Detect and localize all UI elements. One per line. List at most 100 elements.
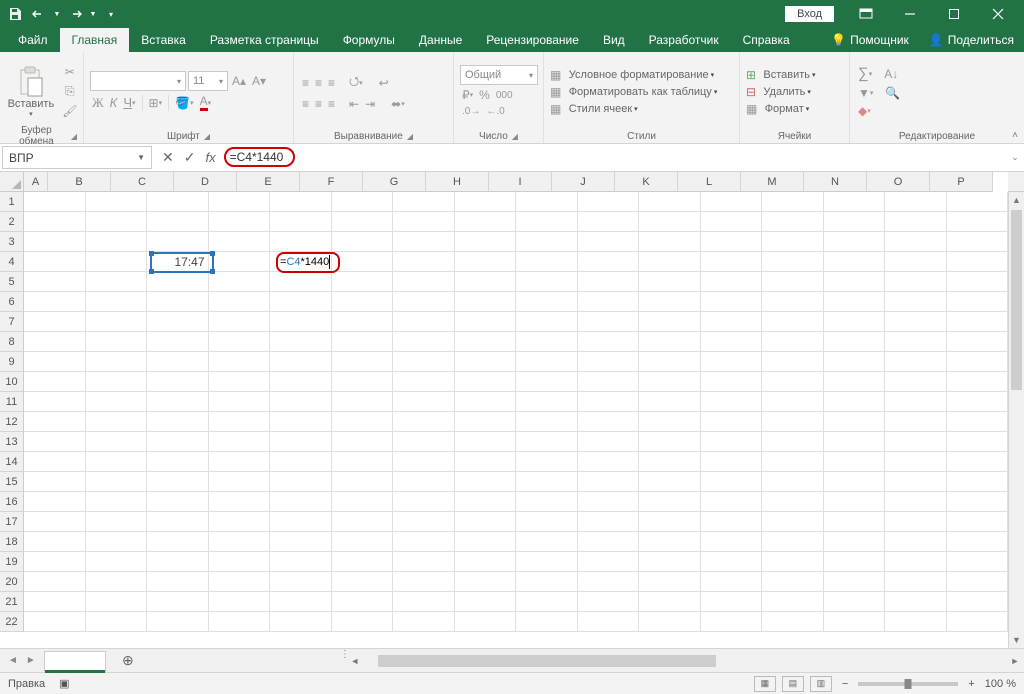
cell-B11[interactable] — [86, 392, 148, 412]
cell-styles-button[interactable]: ▦ Стили ячеек▾ — [550, 102, 733, 116]
cell-M2[interactable] — [762, 212, 824, 232]
cell-K1[interactable] — [639, 192, 701, 212]
cell-O14[interactable] — [885, 452, 947, 472]
cell-L2[interactable] — [701, 212, 763, 232]
column-header-E[interactable]: E — [237, 172, 300, 192]
align-bottom-icon[interactable]: ≡ — [326, 75, 337, 91]
column-header-G[interactable]: G — [363, 172, 426, 192]
cell-G13[interactable] — [393, 432, 455, 452]
cell-G20[interactable] — [393, 572, 455, 592]
enter-formula-icon[interactable]: ✓ — [184, 149, 196, 166]
cell-K22[interactable] — [639, 612, 701, 632]
cell-O1[interactable] — [885, 192, 947, 212]
inc-decimal-icon[interactable]: .0→ — [460, 105, 482, 118]
cell-E9[interactable] — [270, 352, 332, 372]
cell-P19[interactable] — [947, 552, 1009, 572]
column-header-M[interactable]: M — [741, 172, 804, 192]
cell-N12[interactable] — [824, 412, 886, 432]
undo-icon[interactable] — [28, 3, 50, 25]
cell-J20[interactable] — [578, 572, 640, 592]
sheet-nav-prev-icon[interactable]: ◄ — [8, 655, 18, 666]
find-select-icon[interactable]: 🔍 — [883, 85, 902, 101]
cell-J8[interactable] — [578, 332, 640, 352]
cell-P2[interactable] — [947, 212, 1009, 232]
cell-M7[interactable] — [762, 312, 824, 332]
cell-N10[interactable] — [824, 372, 886, 392]
close-icon[interactable] — [976, 0, 1020, 28]
cell-C11[interactable] — [147, 392, 209, 412]
cell-I12[interactable] — [516, 412, 578, 432]
cell-G11[interactable] — [393, 392, 455, 412]
cell-D4[interactable] — [209, 252, 271, 272]
cell-N14[interactable] — [824, 452, 886, 472]
cell-H4[interactable] — [455, 252, 517, 272]
cell-F15[interactable] — [332, 472, 394, 492]
cell-B13[interactable] — [86, 432, 148, 452]
row-header-9[interactable]: 9 — [0, 352, 24, 372]
cell-L3[interactable] — [701, 232, 763, 252]
tab-pagelayout[interactable]: Разметка страницы — [198, 28, 331, 52]
cell-D3[interactable] — [209, 232, 271, 252]
cell-A6[interactable] — [24, 292, 86, 312]
cell-B22[interactable] — [86, 612, 148, 632]
cell-K21[interactable] — [639, 592, 701, 612]
cell-M20[interactable] — [762, 572, 824, 592]
cell-H3[interactable] — [455, 232, 517, 252]
cell-B18[interactable] — [86, 532, 148, 552]
tab-help[interactable]: Справка — [731, 28, 802, 52]
cell-I9[interactable] — [516, 352, 578, 372]
cell-A13[interactable] — [24, 432, 86, 452]
cell-C20[interactable] — [147, 572, 209, 592]
column-header-A[interactable]: A — [24, 172, 48, 192]
normal-view-icon[interactable]: ▦ — [754, 676, 776, 692]
cell-B8[interactable] — [86, 332, 148, 352]
copy-icon[interactable]: ⎘ — [60, 83, 79, 100]
sheet-nav-next-icon[interactable]: ► — [26, 655, 36, 666]
cell-K6[interactable] — [639, 292, 701, 312]
cell-G14[interactable] — [393, 452, 455, 472]
cell-H10[interactable] — [455, 372, 517, 392]
cell-F11[interactable] — [332, 392, 394, 412]
cell-P17[interactable] — [947, 512, 1009, 532]
cell-D21[interactable] — [209, 592, 271, 612]
cell-H1[interactable] — [455, 192, 517, 212]
row-header-2[interactable]: 2 — [0, 212, 24, 232]
cell-G6[interactable] — [393, 292, 455, 312]
cell-L10[interactable] — [701, 372, 763, 392]
column-header-N[interactable]: N — [804, 172, 867, 192]
cell-E20[interactable] — [270, 572, 332, 592]
page-layout-view-icon[interactable]: ▤ — [782, 676, 804, 692]
cell-O17[interactable] — [885, 512, 947, 532]
cell-C13[interactable] — [147, 432, 209, 452]
row-header-4[interactable]: 4 — [0, 252, 24, 272]
row-header-21[interactable]: 21 — [0, 592, 24, 612]
currency-icon[interactable]: ₽▾ — [460, 87, 475, 103]
alignment-launcher-icon[interactable]: ◢ — [407, 132, 413, 141]
cell-A1[interactable] — [24, 192, 86, 212]
cell-G15[interactable] — [393, 472, 455, 492]
cell-O7[interactable] — [885, 312, 947, 332]
cell-H14[interactable] — [455, 452, 517, 472]
minimize-icon[interactable] — [888, 0, 932, 28]
cell-E3[interactable] — [270, 232, 332, 252]
cell-I11[interactable] — [516, 392, 578, 412]
format-painter-icon[interactable]: 🖌 — [60, 103, 79, 119]
cell-D7[interactable] — [209, 312, 271, 332]
column-header-P[interactable]: P — [930, 172, 993, 192]
indent-inc-icon[interactable]: ⇥ — [363, 96, 377, 112]
cell-J17[interactable] — [578, 512, 640, 532]
cell-B10[interactable] — [86, 372, 148, 392]
cell-H7[interactable] — [455, 312, 517, 332]
cell-C15[interactable] — [147, 472, 209, 492]
sheet-tab-active[interactable] — [44, 651, 106, 672]
cell-I1[interactable] — [516, 192, 578, 212]
cell-G8[interactable] — [393, 332, 455, 352]
cell-C21[interactable] — [147, 592, 209, 612]
cell-A10[interactable] — [24, 372, 86, 392]
cell-I8[interactable] — [516, 332, 578, 352]
cell-F19[interactable] — [332, 552, 394, 572]
cell-E17[interactable] — [270, 512, 332, 532]
cell-I7[interactable] — [516, 312, 578, 332]
cell-O15[interactable] — [885, 472, 947, 492]
cell-L19[interactable] — [701, 552, 763, 572]
